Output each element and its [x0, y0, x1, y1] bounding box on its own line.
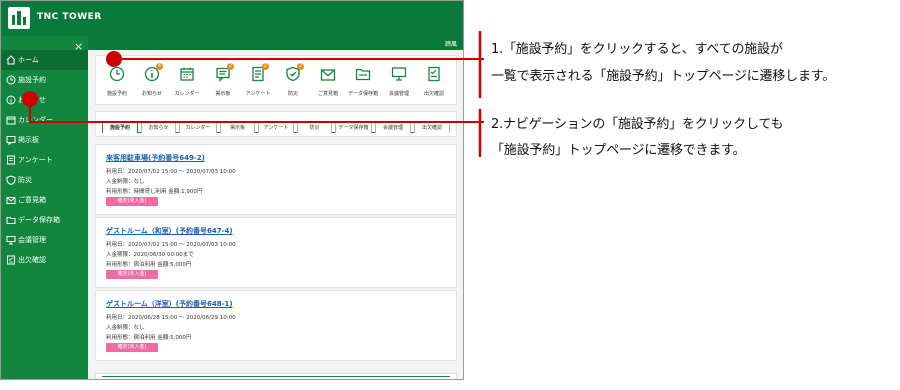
callout-2-line-1: 2.ナビゲーションの「施設予約」をクリックしても	[491, 117, 784, 132]
callout-line-2	[29, 100, 484, 123]
callout-1-line-2: 一覧で表示される「施設予約」トップページに遷移します。	[491, 69, 836, 84]
callout-1-line-1: 1.「施設予約」をクリックすると、すべての施設が	[491, 42, 783, 57]
marker-dot-sidebar	[22, 91, 38, 107]
callout-lines	[29, 31, 484, 157]
marker-dot-quick-icon	[106, 51, 122, 67]
callout-2-line-2: 「施設予約」トップページに遷移できます。	[491, 143, 746, 158]
